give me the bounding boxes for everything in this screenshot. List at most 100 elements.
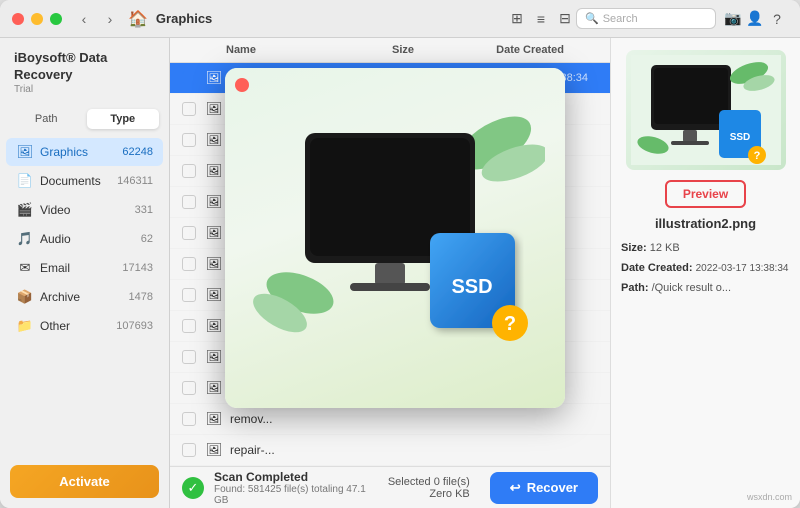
recover-button[interactable]: ↩ Recover — [490, 472, 598, 504]
file-checkbox[interactable] — [182, 257, 196, 271]
file-checkbox[interactable] — [182, 102, 196, 116]
file-checkbox[interactable] — [182, 71, 196, 85]
titlebar-location: Graphics — [156, 11, 212, 26]
graphics-icon: 🖼 — [16, 143, 34, 161]
camera-icon[interactable]: 📷 — [722, 8, 744, 30]
thumbnail-preview: SSD ? — [626, 50, 786, 170]
sidebar-item-audio[interactable]: 🎵 Audio 62 — [6, 225, 163, 253]
sidebar-audio-count: 62 — [141, 233, 153, 245]
preview-button[interactable]: Preview — [665, 180, 746, 208]
file-checkbox[interactable] — [182, 133, 196, 147]
file-type-icon: 🖼 — [204, 409, 224, 429]
file-checkbox[interactable] — [182, 319, 196, 333]
selected-files-size: Zero KB — [388, 488, 470, 500]
sidebar-video-label: Video — [40, 203, 135, 217]
file-type-icon: 🖼 — [204, 68, 224, 88]
user-icon[interactable]: 👤 — [744, 8, 766, 30]
file-type-icon: 🖼 — [204, 99, 224, 119]
search-icon: 🔍 — [585, 12, 599, 25]
main-file-area: Name Size Date Created 🖼 illustration2.p… — [170, 38, 610, 508]
file-type-icon: 🖼 — [204, 285, 224, 305]
file-checkbox[interactable] — [182, 443, 196, 457]
size-label: Size: — [621, 242, 647, 254]
file-checkbox[interactable] — [182, 350, 196, 364]
selected-files-label: Selected 0 file(s) — [388, 476, 470, 488]
back-button[interactable]: ‹ — [74, 9, 94, 29]
statusbar: ✓ Scan Completed Found: 581425 file(s) t… — [170, 466, 610, 508]
file-checkbox[interactable] — [182, 288, 196, 302]
file-type-icon: 🖼 — [204, 130, 224, 150]
popup-close-button[interactable] — [235, 78, 249, 92]
date-value: 2022-03-17 13:38:34 — [696, 263, 789, 274]
search-bar[interactable]: 🔍 Search — [576, 8, 716, 29]
sidebar-item-email[interactable]: ✉ Email 17143 — [6, 254, 163, 282]
tab-path[interactable]: Path — [10, 109, 83, 129]
forward-button[interactable]: › — [100, 9, 120, 29]
sidebar-item-archive[interactable]: 📦 Archive 1478 — [6, 283, 163, 311]
sidebar-items: 🖼 Graphics 62248 📄 Documents 146311 🎬 Vi… — [0, 135, 169, 455]
maximize-button[interactable] — [50, 13, 62, 25]
sidebar-item-other[interactable]: 📁 Other 107693 — [6, 312, 163, 340]
watermark: wsxdn.com — [747, 492, 792, 502]
file-checkbox[interactable] — [182, 164, 196, 178]
meta-path: Path: /Quick result o... — [621, 279, 790, 299]
file-type-icon: 🖼 — [204, 347, 224, 367]
sidebar-item-documents[interactable]: 📄 Documents 146311 — [6, 167, 163, 195]
file-type-icon: 🖼 — [204, 378, 224, 398]
file-name: repair-... — [230, 443, 358, 457]
file-row[interactable]: 🖼 repair-... — [170, 435, 610, 466]
home-icon[interactable]: 🏠 — [128, 9, 148, 29]
help-icon[interactable]: ? — [766, 8, 788, 30]
right-panel: SSD ? Preview illustration2.png Size: 12… — [610, 38, 800, 508]
path-value: /Quick result o... — [652, 282, 731, 294]
minimize-button[interactable] — [31, 13, 43, 25]
sidebar-audio-label: Audio — [40, 232, 141, 246]
filter-button[interactable]: ⊟ — [554, 8, 576, 30]
selected-files-info: Selected 0 file(s) Zero KB — [388, 476, 470, 500]
sidebar-email-count: 17143 — [122, 262, 153, 274]
tab-type[interactable]: Type — [87, 109, 160, 129]
svg-text:?: ? — [753, 150, 760, 162]
sidebar-video-count: 331 — [135, 204, 153, 216]
file-type-icon: 🖼 — [204, 223, 224, 243]
main-window: ‹ › 🏠 Graphics ⊞ ≡ ⊟ 🔍 Search 📷 👤 ? iBoy… — [0, 0, 800, 508]
documents-icon: 📄 — [16, 172, 34, 190]
close-button[interactable] — [12, 13, 24, 25]
app-title: iBoysoft® Data Recovery — [14, 50, 155, 84]
status-subtitle: Found: 581425 file(s) totaling 47.1 GB — [214, 484, 378, 506]
file-name: remov... — [230, 412, 358, 426]
view-toggle: ⊞ ≡ ⊟ — [506, 8, 576, 30]
sidebar-header: iBoysoft® Data Recovery Trial — [0, 38, 169, 101]
file-checkbox[interactable] — [182, 381, 196, 395]
scan-complete-icon: ✓ — [182, 477, 204, 499]
sidebar-item-video[interactable]: 🎬 Video 331 — [6, 196, 163, 224]
file-checkbox[interactable] — [182, 226, 196, 240]
file-checkbox[interactable] — [182, 412, 196, 426]
list-view-button[interactable]: ≡ — [530, 8, 552, 30]
sidebar-documents-count: 146311 — [117, 175, 153, 187]
archive-icon: 📦 — [16, 288, 34, 306]
sidebar-graphics-label: Graphics — [40, 145, 122, 159]
titlebar: ‹ › 🏠 Graphics ⊞ ≡ ⊟ 🔍 Search 📷 👤 ? — [0, 0, 800, 38]
meta-date: Date Created: 2022-03-17 13:38:34 — [621, 259, 790, 279]
svg-text:SSD: SSD — [729, 132, 750, 143]
grid-view-button[interactable]: ⊞ — [506, 8, 528, 30]
column-name: Name — [226, 44, 334, 56]
popup-image-area: SSD ? — [225, 68, 565, 408]
email-icon: ✉ — [16, 259, 34, 277]
activate-button[interactable]: Activate — [10, 465, 159, 498]
file-row[interactable]: 🖼 remov... — [170, 404, 610, 435]
window-controls — [12, 13, 62, 25]
sidebar-bottom: Activate — [0, 455, 169, 508]
column-date: Date Created — [414, 44, 574, 56]
date-label: Date Created: — [621, 262, 693, 274]
preview-filename: illustration2.png — [655, 216, 756, 231]
navigation-buttons: ‹ › — [74, 9, 120, 29]
preview-meta: Size: 12 KB Date Created: 2022-03-17 13:… — [621, 239, 790, 298]
status-text: Scan Completed Found: 581425 file(s) tot… — [214, 470, 378, 506]
sidebar-item-graphics[interactable]: 🖼 Graphics 62248 — [6, 138, 163, 166]
file-table-header: Name Size Date Created — [170, 38, 610, 63]
sidebar-archive-label: Archive — [40, 290, 129, 304]
illustration-svg: SSD ? — [245, 93, 545, 383]
file-checkbox[interactable] — [182, 195, 196, 209]
